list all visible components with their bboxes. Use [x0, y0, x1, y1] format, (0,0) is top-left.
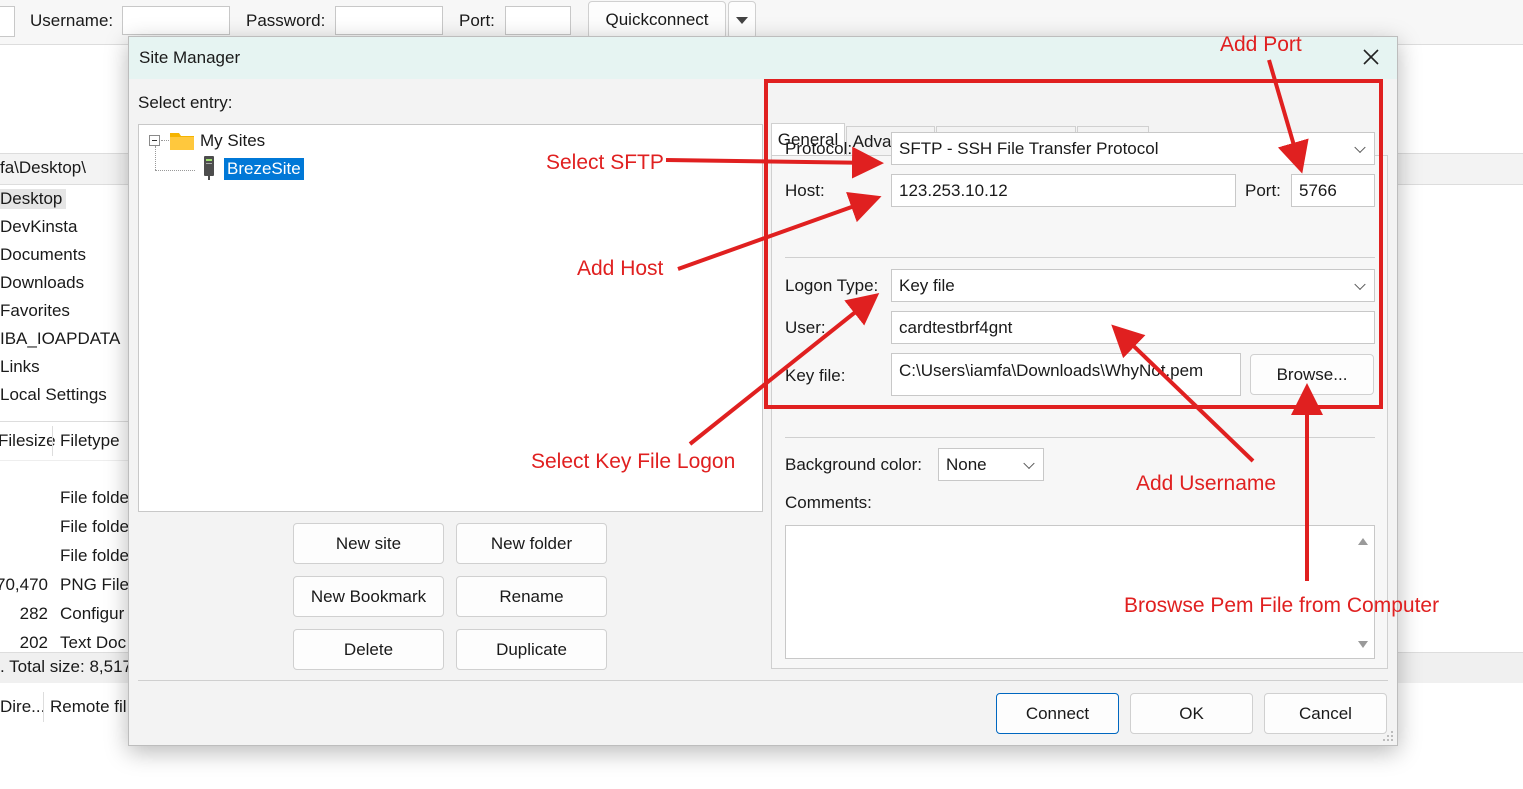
arrow-host: [677, 192, 882, 271]
arrow-key-file: [688, 293, 880, 446]
arrow-port: [1267, 59, 1309, 174]
annotation-arrows: [665, 59, 1323, 581]
arrow-sftp: [665, 146, 884, 179]
arrow-username: [1111, 324, 1255, 463]
